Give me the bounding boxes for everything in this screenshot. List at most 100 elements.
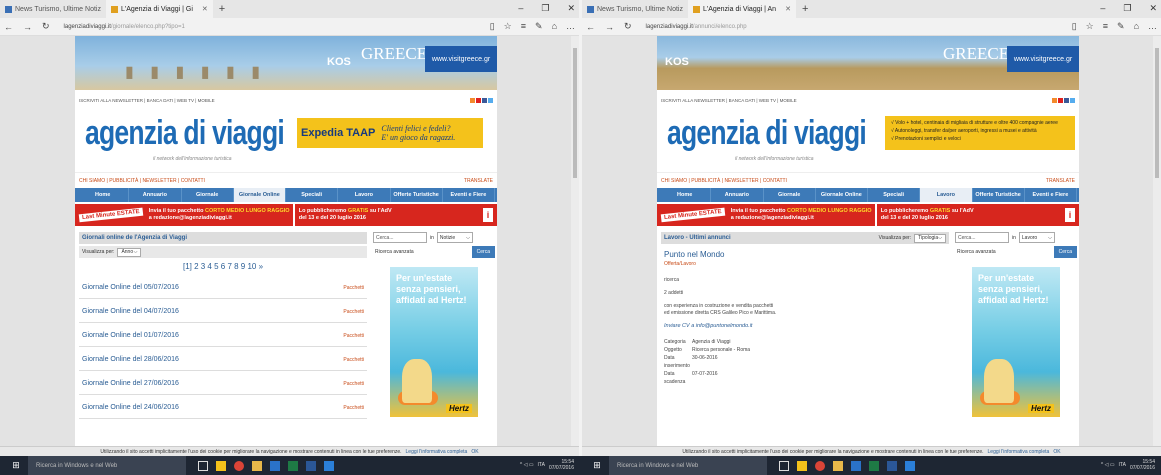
close-window-icon[interactable]: ✕ <box>567 3 575 14</box>
job-title[interactable]: Punto nel Mondo <box>661 250 949 259</box>
share-icon[interactable]: ⌂ <box>552 21 557 32</box>
banner-site-link[interactable]: www.visitgreece.gr <box>1007 46 1079 72</box>
favorite-star-icon[interactable]: ☆ <box>1086 21 1094 32</box>
hub-icon[interactable]: ≡ <box>1103 21 1108 32</box>
excel-icon[interactable] <box>288 460 298 471</box>
issue-title[interactable]: Giornale Online del 01/07/2016 <box>82 332 179 339</box>
tray-icons[interactable]: ^ ◁ ▭ <box>1101 462 1115 468</box>
taskbar-search-input[interactable]: Ricerca in Windows e nel Web <box>28 456 186 475</box>
cookie-policy-link[interactable]: Leggi l'informativa completa <box>406 449 468 455</box>
back-icon[interactable]: ← <box>586 22 595 32</box>
file-explorer-icon[interactable] <box>216 460 226 471</box>
scrollbar-thumb[interactable] <box>1155 48 1159 178</box>
site-logo[interactable]: agenzia di viaggi <box>667 114 867 152</box>
refresh-icon[interactable]: ↻ <box>624 21 632 32</box>
job-cv-email[interactable]: Inviare CV a info@puntonelmondo.it <box>661 323 949 330</box>
task-view-icon[interactable] <box>779 460 789 471</box>
minimize-icon[interactable]: – <box>518 3 523 14</box>
issue-title[interactable]: Giornale Online del 27/06/2016 <box>82 380 179 387</box>
start-windows-icon[interactable]: ⊞ <box>8 460 24 471</box>
start-windows-icon[interactable]: ⊞ <box>589 460 605 471</box>
search-scope-select[interactable]: Notizie ⌵ <box>436 232 473 243</box>
favorite-star-icon[interactable]: ☆ <box>504 21 512 32</box>
file-explorer-icon[interactable] <box>797 460 807 471</box>
greece-banner-ad[interactable]: ▮ ▮ ▮ ▮ ▮ ▮ KOS GREECE www.visitgreece.g… <box>75 36 497 90</box>
tab-agenzia-giornale[interactable]: L'Agenzia di Viaggi | Gi ✕ <box>105 0 213 18</box>
tab-agenzia-annunci[interactable]: L'Agenzia di Viaggi | An ✕ <box>687 0 796 18</box>
search-scope-select[interactable]: Lavoro ⌵ <box>1018 232 1055 243</box>
view-by-select[interactable]: Tipologia ⌵ <box>914 233 946 243</box>
issue-tag[interactable]: Pacchetti <box>343 381 364 387</box>
maximize-icon[interactable]: ❐ <box>541 3 549 14</box>
cookie-ok-button[interactable]: OK <box>471 449 478 455</box>
top-links-text[interactable]: ISCRIVITI ALLA NEWSLETTER | BANCA DATI |… <box>661 98 797 108</box>
close-tab-icon[interactable]: ✕ <box>785 5 791 13</box>
word-icon[interactable] <box>887 460 897 471</box>
greece-banner-ad[interactable]: KOS GREECE www.visitgreece.gr <box>657 36 1079 90</box>
language-indicator[interactable]: ITA <box>538 462 545 468</box>
more-icon[interactable]: … <box>1148 21 1157 32</box>
folder-icon[interactable] <box>833 460 843 471</box>
menu-lavoro[interactable]: Lavoro <box>338 188 391 202</box>
scrollbar[interactable] <box>1153 36 1161 456</box>
outlook-icon[interactable] <box>851 460 861 471</box>
cookie-policy-link[interactable]: Leggi l'informativa completa <box>988 449 1050 455</box>
close-window-icon[interactable]: ✕ <box>1149 3 1157 14</box>
forward-icon[interactable]: → <box>605 22 614 32</box>
outlook-icon[interactable] <box>270 460 280 471</box>
reading-view-icon[interactable]: ▯ <box>1072 21 1077 32</box>
chrome-icon[interactable] <box>815 460 825 471</box>
tab-news-turismo[interactable]: News Turismo, Ultime Notiz <box>0 0 106 18</box>
clock[interactable]: 15:54 07/07/2016 <box>1130 459 1155 471</box>
menu-home[interactable]: Home <box>77 188 130 202</box>
issue-title[interactable]: Giornale Online del 04/07/2016 <box>82 308 179 315</box>
translate-link[interactable]: TRANSLATE <box>1046 178 1075 184</box>
url-input[interactable]: lagenziadiviaggi.it/giornale/elenco.php?… <box>60 24 480 30</box>
list-item[interactable]: Giornale Online del 24/06/2016 Pacchetti <box>79 397 367 419</box>
list-item[interactable]: Giornale Online del 28/06/2016 Pacchetti <box>79 349 367 371</box>
minimize-icon[interactable]: – <box>1100 3 1105 14</box>
issue-tag[interactable]: Pacchetti <box>343 405 364 411</box>
close-tab-icon[interactable]: ✕ <box>202 5 208 13</box>
pagination[interactable]: [1] 2 3 4 5 6 7 8 9 10 » <box>79 258 367 275</box>
back-icon[interactable]: ← <box>4 22 13 32</box>
refresh-icon[interactable]: ↻ <box>42 21 50 32</box>
menu-offerte[interactable]: Offerte Turistiche <box>391 188 443 202</box>
last-minute-promo[interactable]: Last Minute ESTATE Invia il tuo pacchetto… <box>657 204 1079 226</box>
edge-icon[interactable] <box>324 460 334 471</box>
issue-tag[interactable]: Pacchetti <box>343 285 364 291</box>
issue-tag[interactable]: Pacchetti <box>343 333 364 339</box>
menu-giornale-online[interactable]: Giornale Online <box>816 188 868 202</box>
search-input[interactable]: Cerca... <box>955 232 1009 243</box>
menu-giornale[interactable]: Giornale <box>182 188 234 202</box>
more-icon[interactable]: … <box>566 21 575 32</box>
secondary-nav-links[interactable]: CHI SIAMO | PUBBLICITÀ | NEWSLETTER | CO… <box>79 178 205 184</box>
menu-lavoro[interactable]: Lavoro <box>920 188 973 202</box>
word-icon[interactable] <box>306 460 316 471</box>
menu-offerte[interactable]: Offerte Turistiche <box>973 188 1025 202</box>
menu-speciali[interactable]: Speciali <box>286 188 339 202</box>
menu-giornale[interactable]: Giornale <box>764 188 816 202</box>
issue-title[interactable]: Giornale Online del 28/06/2016 <box>82 356 179 363</box>
forward-icon[interactable]: → <box>23 22 32 32</box>
tab-news-turismo[interactable]: News Turismo, Ultime Notiz <box>582 0 688 18</box>
last-minute-promo[interactable]: Last Minute ESTATE Invia il tuo pacchetto… <box>75 204 497 226</box>
task-view-icon[interactable] <box>198 460 208 471</box>
menu-annuario[interactable]: Annuario <box>129 188 182 202</box>
menu-speciali[interactable]: Speciali <box>868 188 921 202</box>
maximize-icon[interactable]: ❐ <box>1123 3 1131 14</box>
secondary-nav-links[interactable]: CHI SIAMO | PUBBLICITÀ | NEWSLETTER | CO… <box>661 178 787 184</box>
issue-title[interactable]: Giornale Online del 05/07/2016 <box>82 284 179 291</box>
menu-eventi[interactable]: Eventi e Fiere <box>443 188 495 202</box>
new-tab-icon[interactable]: + <box>796 3 814 15</box>
top-links-text[interactable]: ISCRIVITI ALLA NEWSLETTER | BANCA DATI |… <box>79 98 215 108</box>
reading-view-icon[interactable]: ▯ <box>490 21 495 32</box>
issue-tag[interactable]: Pacchetti <box>343 357 364 363</box>
note-icon[interactable]: ✎ <box>1117 21 1125 32</box>
language-indicator[interactable]: ITA <box>1119 462 1126 468</box>
new-tab-icon[interactable]: + <box>213 3 231 15</box>
share-icon[interactable]: ⌂ <box>1134 21 1139 32</box>
issue-tag[interactable]: Pacchetti <box>343 309 364 315</box>
list-item[interactable]: Giornale Online del 27/06/2016 Pacchetti <box>79 373 367 395</box>
social-icons[interactable] <box>470 98 493 108</box>
